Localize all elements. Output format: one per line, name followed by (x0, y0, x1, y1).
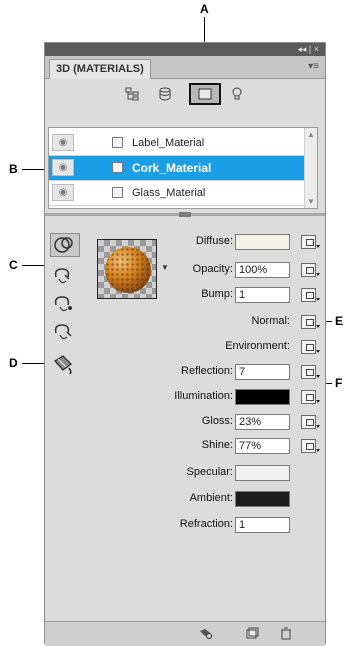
material-list: ◉ Label_Material ◉ Cork_Material ◉ Glass… (48, 127, 318, 209)
panel-titlebar[interactable]: ◂◂ | × (45, 43, 325, 56)
reflection-label: Reflection: (181, 365, 233, 377)
materials-filter-icon (198, 88, 212, 100)
material-swatch-icon (112, 162, 123, 173)
material-name: Glass_Material (132, 187, 206, 199)
lights-filter-icon[interactable] (229, 87, 245, 101)
refraction-field[interactable]: 1 (235, 517, 290, 533)
slide-material-tool[interactable] (50, 319, 80, 343)
opacity-label: Opacity: (192, 263, 233, 275)
shine-texture-icon[interactable] (301, 439, 320, 453)
panel-menu-icon[interactable]: ▾≡ (308, 61, 319, 72)
callout-a: A (200, 2, 209, 16)
illumination-swatch[interactable] (235, 389, 290, 405)
callout-b: B (9, 162, 18, 176)
eye-icon[interactable]: ◉ (52, 159, 74, 176)
material-row-glass[interactable]: ◉ Glass_Material (49, 181, 317, 206)
specular-label: Specular: (186, 466, 233, 478)
specular-swatch[interactable] (235, 465, 290, 481)
material-swatch-icon (112, 137, 123, 148)
reflection-field[interactable]: 7 (235, 364, 290, 380)
material-swatch-icon (112, 187, 123, 198)
eye-icon[interactable]: ◉ (52, 184, 74, 201)
gloss-field[interactable]: 23% (235, 414, 290, 430)
material-name: Cork_Material (132, 161, 212, 175)
material-name: Label_Material (132, 137, 205, 149)
opacity-texture-icon[interactable] (301, 263, 320, 277)
bump-field[interactable]: 1 (235, 287, 290, 303)
material-list-scrollbar[interactable]: ▲ ▼ (304, 128, 317, 208)
refraction-label: Refraction: (179, 518, 233, 530)
panel-bottom-bar (45, 621, 325, 646)
reflection-texture-icon[interactable] (301, 365, 320, 379)
scroll-down-icon[interactable]: ▼ (305, 197, 317, 206)
callout-c: C (9, 258, 18, 272)
material-row-label[interactable]: ◉ Label_Material (49, 131, 317, 156)
diffuse-label: Diffuse: (195, 235, 233, 247)
shine-field[interactable]: 77% (235, 438, 290, 454)
gloss-label: Gloss: (201, 415, 233, 427)
material-select-tool-icon (54, 324, 72, 340)
material-row-cork[interactable]: ◉ Cork_Material (49, 156, 317, 181)
tab-3d-materials[interactable]: 3D (MATERIALS) (49, 59, 151, 79)
environment-label: Environment: (225, 340, 290, 352)
materials-filter-button[interactable] (189, 83, 221, 105)
filter-toolbar (45, 79, 325, 109)
mesh-filter-icon[interactable] (157, 87, 173, 101)
bump-texture-icon[interactable] (301, 288, 320, 302)
illumination-label: Illumination: (174, 390, 233, 402)
gloss-texture-icon[interactable] (301, 415, 320, 429)
new-texture-icon[interactable] (245, 627, 259, 640)
splitter-grip-icon[interactable] (179, 212, 191, 217)
eye-icon[interactable]: ◉ (52, 134, 74, 151)
shine-label: Shine: (201, 439, 233, 451)
scroll-up-icon[interactable]: ▲ (305, 130, 317, 139)
callout-e: E (335, 314, 344, 328)
callout-f: F (335, 376, 343, 390)
bump-label: Bump: (201, 288, 233, 300)
ambient-swatch[interactable] (235, 491, 290, 507)
delete-icon[interactable] (279, 627, 293, 640)
normal-label: Normal: (251, 315, 290, 327)
render-settings-icon[interactable] (199, 627, 213, 640)
materials-panel: ◂◂ | × 3D (MATERIALS) ▾≡ ◉ Label_Materia… (44, 42, 326, 646)
scene-filter-icon[interactable] (125, 87, 141, 101)
ambient-label: Ambient: (189, 492, 233, 504)
diffuse-swatch[interactable] (235, 234, 290, 250)
callout-d: D (9, 356, 18, 370)
diffuse-texture-icon[interactable] (301, 235, 320, 249)
opacity-field[interactable]: 100% (235, 262, 290, 278)
window-controls[interactable]: ◂◂ | × (297, 43, 319, 56)
panel-tab-row: 3D (MATERIALS) ▾≡ (45, 56, 325, 79)
illumination-texture-icon[interactable] (301, 390, 320, 404)
environment-texture-icon[interactable] (301, 340, 320, 354)
normal-texture-icon[interactable] (301, 315, 320, 329)
